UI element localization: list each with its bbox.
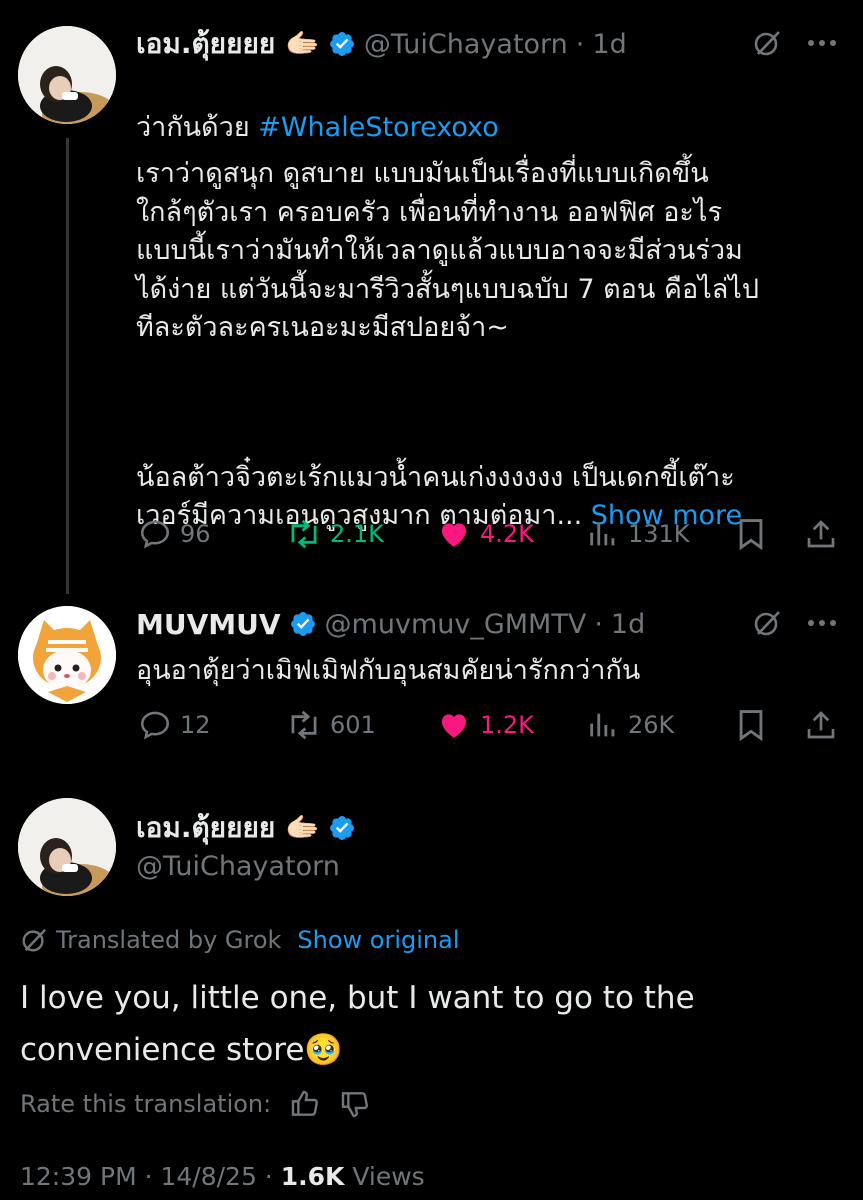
more-icon[interactable] xyxy=(807,38,837,48)
thread-connector-line xyxy=(66,138,69,594)
repost-icon xyxy=(291,519,317,549)
rate-translation-label: Rate this translation: xyxy=(20,1090,272,1118)
tweet1-paragraph1: เราว่าดูสนุก ดูสบาย แบบมันเป็นเรื่องที่แ… xyxy=(136,158,760,343)
tweet1-prefix: ว่ากันด้วย xyxy=(136,111,259,143)
views-count: 131K xyxy=(628,520,690,548)
views-button[interactable]: 131K xyxy=(586,517,690,551)
tweet2-header: MUVMUV @muvmuv_GMMTV · 1d xyxy=(136,604,645,644)
grok-icon[interactable] xyxy=(752,608,782,638)
tweet2-text: อุนอาตุ้ยว่าเมิฟเมิฟกับอุนสมคัยน่ารักกว่… xyxy=(136,655,641,686)
more-icon[interactable] xyxy=(807,618,837,628)
thumbs-up-icon[interactable] xyxy=(289,1088,321,1120)
display-name[interactable]: เอม.ตุ้ยยยย 🫱🏻 xyxy=(136,806,320,850)
tweet1-header: เอม.ตุ้ยยยย 🫱🏻 @TuiChayatorn · 1d xyxy=(136,24,627,64)
views-icon xyxy=(590,522,615,546)
like-icon xyxy=(441,523,467,547)
like-count: 4.2K xyxy=(480,520,534,548)
repost-count: 601 xyxy=(330,711,376,739)
verified-icon xyxy=(328,30,356,58)
handle[interactable]: @TuiChayatorn xyxy=(136,851,340,882)
timestamp[interactable]: 1d xyxy=(611,609,645,640)
avatar-tuichayatorn[interactable] xyxy=(18,798,116,896)
views-icon xyxy=(590,713,615,737)
separator-dot: · xyxy=(594,608,603,640)
views-button[interactable]: 26K xyxy=(586,708,674,742)
repost-icon xyxy=(291,710,317,740)
view-count: 1.6K xyxy=(280,1162,345,1191)
main-tweet-text: I love you, little one, but I want to go… xyxy=(20,980,695,1068)
like-count: 1.2K xyxy=(480,711,534,739)
show-original-link[interactable]: Show original xyxy=(297,926,459,954)
main-tweet-meta: 12:39 PM · 14/8/25 · 1.6K Views xyxy=(20,1162,425,1191)
reply-icon xyxy=(140,711,170,740)
grok-icon xyxy=(22,928,47,952)
reply-count: 12 xyxy=(180,711,211,739)
verified-icon xyxy=(289,610,317,638)
share-icon[interactable] xyxy=(805,517,837,551)
verified-icon xyxy=(328,814,356,842)
avatar-muvmuv[interactable] xyxy=(18,606,116,704)
reply-count: 96 xyxy=(180,520,211,548)
separator-dot: · xyxy=(575,28,585,60)
bookmark-icon[interactable] xyxy=(736,708,766,742)
display-name[interactable]: เอม.ตุ้ยยยย 🫱🏻 xyxy=(136,22,320,66)
handle[interactable]: @muvmuv_GMMTV xyxy=(325,609,587,640)
hashtag-link[interactable]: #WhaleStorexoxo xyxy=(258,112,498,143)
post-timestamp[interactable]: 12:39 PM · 14/8/25 · xyxy=(20,1162,281,1191)
translation-bar: Translated by Grok Show original xyxy=(20,926,460,954)
views-label: Views xyxy=(344,1162,425,1191)
display-name[interactable]: MUVMUV xyxy=(136,608,281,641)
main-tweet-header: เอม.ตุ้ยยยย 🫱🏻 xyxy=(136,808,356,848)
thumbs-down-icon[interactable] xyxy=(339,1088,371,1120)
timestamp[interactable]: 1d xyxy=(592,29,626,60)
tweet1-first-line: ว่ากันด้วย #WhaleStorexoxo xyxy=(136,70,499,147)
reply-button[interactable]: 12 xyxy=(138,708,211,742)
handle[interactable]: @TuiChayatorn xyxy=(364,29,568,60)
grok-icon[interactable] xyxy=(752,28,782,58)
reply-button[interactable]: 96 xyxy=(138,517,211,551)
like-icon xyxy=(441,714,467,738)
repost-button[interactable]: 2.1K xyxy=(286,517,384,551)
like-button[interactable]: 4.2K xyxy=(436,517,534,551)
rate-translation: Rate this translation: xyxy=(20,1088,371,1120)
avatar-tuichayatorn[interactable] xyxy=(18,26,116,124)
share-icon[interactable] xyxy=(805,708,837,742)
reply-icon xyxy=(140,520,170,549)
views-count: 26K xyxy=(628,711,675,739)
like-button[interactable]: 1.2K xyxy=(436,708,534,742)
repost-button[interactable]: 601 xyxy=(286,708,376,742)
translated-by-label: Translated by Grok xyxy=(56,926,282,954)
repost-count: 2.1K xyxy=(330,520,384,548)
bookmark-icon[interactable] xyxy=(736,517,766,551)
